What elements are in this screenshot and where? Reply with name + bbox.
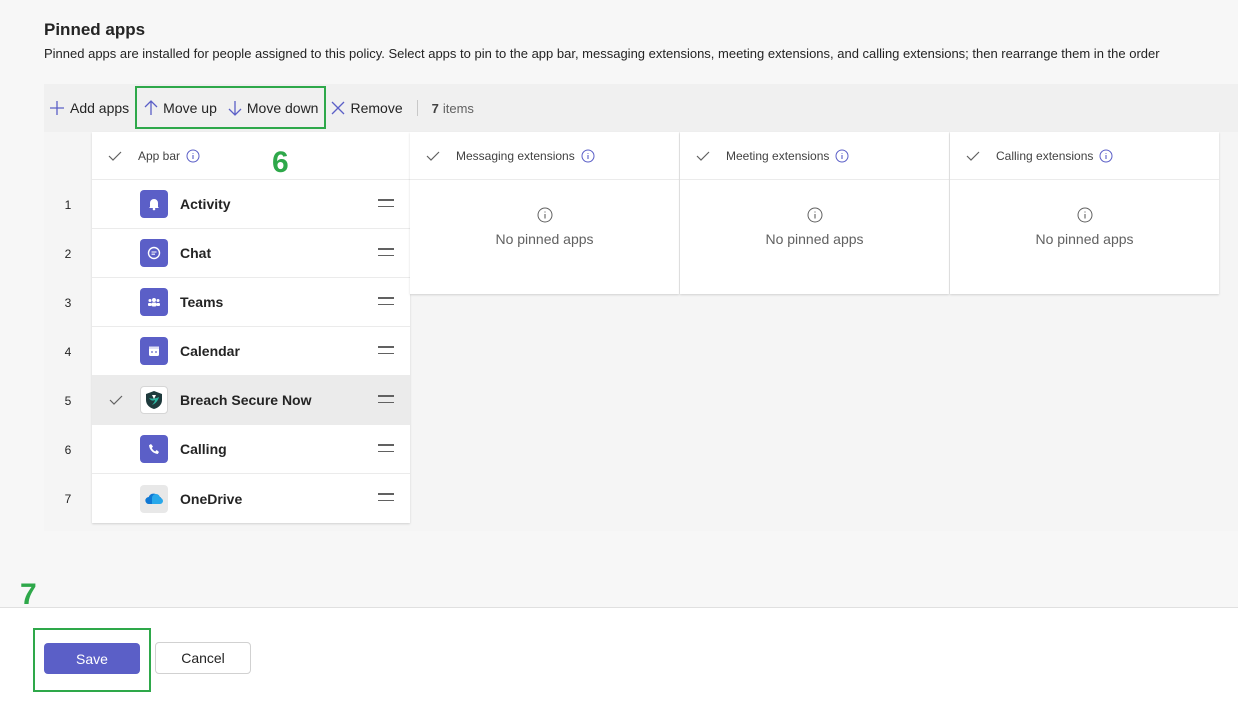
checkmark-icon — [426, 151, 440, 161]
app-name: Teams — [180, 294, 224, 310]
page-title: Pinned apps — [44, 20, 146, 39]
app-name: Chat — [180, 245, 212, 261]
app-row-activity[interactable]: Activity — [92, 180, 410, 229]
plus-icon — [50, 101, 64, 115]
drag-handle-icon[interactable] — [378, 493, 394, 506]
drag-handle-icon[interactable] — [378, 248, 394, 261]
empty-state-text: No pinned apps — [495, 231, 594, 247]
toolbar-divider — [416, 100, 418, 116]
pinned-apps-table: 1 2 3 4 5 6 7 App bar Activity Chat Team… — [44, 132, 1238, 531]
items-count: 7 items — [432, 101, 474, 116]
items-count-number: 7 — [431, 100, 439, 116]
app-bar-column: App bar Activity Chat Teams Calendar Bre… — [92, 132, 410, 523]
empty-state-text: No pinned apps — [765, 231, 864, 247]
row-number: 2 — [64, 246, 72, 261]
row-number: 1 — [64, 197, 72, 212]
row-number: 7 — [64, 491, 72, 506]
info-icon[interactable] — [581, 149, 595, 163]
empty-state-text: No pinned apps — [1035, 231, 1134, 247]
messaging-extensions-label: Messaging extensions — [456, 148, 575, 163]
bell-icon — [140, 190, 168, 218]
calling-extensions-label: Calling extensions — [996, 148, 1094, 163]
app-bar-header-label: App bar — [138, 148, 181, 163]
row-number-column: 1 2 3 4 5 6 7 — [44, 132, 92, 523]
checkmark-icon — [109, 395, 123, 405]
app-name: Activity — [180, 196, 231, 212]
step-label-7: 7 — [20, 578, 37, 611]
drag-handle-icon[interactable] — [378, 199, 394, 212]
meeting-extensions-column: Meeting extensions No pinned apps — [680, 132, 949, 294]
select-all-checkbox[interactable] — [410, 150, 456, 162]
drag-handle-icon[interactable] — [378, 395, 394, 408]
messaging-extensions-column: Messaging extensions No pinned apps — [410, 132, 679, 294]
drag-handle-icon[interactable] — [378, 297, 394, 310]
messaging-extensions-header: Messaging extensions — [410, 132, 679, 180]
app-row-breach-secure-now[interactable]: Breach Secure Now — [92, 376, 410, 425]
app-row-chat[interactable]: Chat — [92, 229, 410, 278]
empty-state: No pinned apps — [410, 180, 679, 247]
app-name: Calling — [180, 441, 227, 457]
select-all-checkbox[interactable] — [950, 150, 996, 162]
checkmark-icon — [966, 151, 980, 161]
info-icon — [807, 207, 822, 223]
empty-state: No pinned apps — [950, 180, 1219, 247]
highlight-move-buttons — [135, 86, 326, 129]
info-icon — [537, 207, 552, 223]
drag-handle-icon[interactable] — [378, 346, 394, 359]
row-number: 6 — [64, 442, 72, 457]
app-bar-header: App bar — [92, 132, 410, 180]
remove-button[interactable]: Remove — [326, 84, 406, 132]
row-number: 5 — [64, 393, 72, 408]
cloud-icon — [140, 484, 168, 513]
calling-extensions-header: Calling extensions — [950, 132, 1219, 180]
select-all-checkbox[interactable] — [680, 150, 726, 162]
info-icon — [1077, 207, 1092, 223]
teams-icon — [140, 288, 168, 316]
shield-logo-icon — [140, 386, 168, 414]
app-name: Calendar — [180, 343, 240, 359]
app-row-onedrive[interactable]: OneDrive — [92, 474, 410, 523]
phone-icon — [140, 435, 168, 463]
app-row-teams[interactable]: Teams — [92, 278, 410, 327]
meeting-extensions-label: Meeting extensions — [726, 148, 830, 163]
chat-icon — [140, 239, 168, 267]
row-number: 4 — [64, 344, 72, 359]
cancel-button[interactable]: Cancel — [155, 642, 251, 674]
app-row-calendar[interactable]: Calendar — [92, 327, 410, 376]
remove-label: Remove — [350, 100, 403, 116]
calling-extensions-column: Calling extensions No pinned apps — [950, 132, 1219, 294]
meeting-extensions-header: Meeting extensions — [680, 132, 949, 180]
step-label-6: 6 — [272, 146, 289, 179]
info-icon[interactable] — [186, 149, 200, 163]
items-count-label: items — [442, 100, 474, 116]
app-name: OneDrive — [180, 490, 243, 507]
select-all-checkbox[interactable] — [92, 150, 138, 162]
app-name: Breach Secure Now — [180, 392, 312, 408]
checkmark-icon — [696, 151, 710, 161]
checkmark-icon — [108, 151, 122, 161]
empty-state: No pinned apps — [680, 180, 949, 247]
save-button[interactable]: Save — [44, 643, 140, 674]
page-description: Pinned apps are installed for people ass… — [44, 46, 1160, 61]
add-apps-label: Add apps — [70, 100, 130, 116]
info-icon[interactable] — [1099, 149, 1113, 163]
drag-handle-icon[interactable] — [378, 444, 394, 457]
calendar-icon — [140, 337, 168, 365]
app-row-calling[interactable]: Calling — [92, 425, 410, 474]
add-apps-button[interactable]: Add apps — [44, 84, 133, 132]
row-checkbox-checked[interactable] — [92, 394, 140, 406]
row-number: 3 — [64, 295, 72, 310]
close-icon — [332, 101, 345, 115]
info-icon[interactable] — [835, 149, 849, 163]
